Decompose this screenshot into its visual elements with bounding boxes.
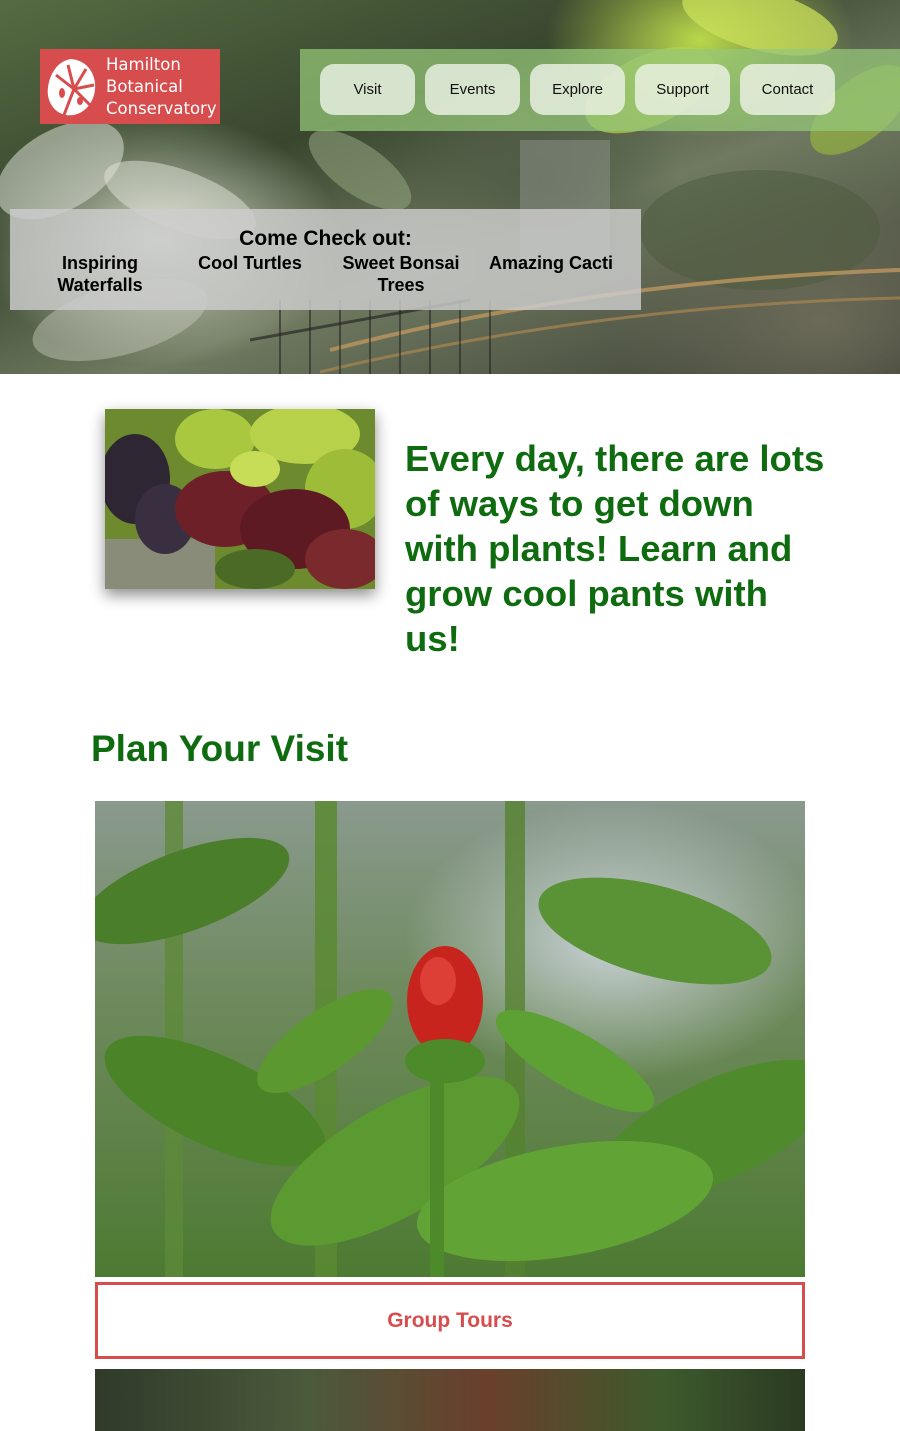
- logo-text: Hamilton Botanical Conservatory: [102, 54, 217, 120]
- checkout-item-turtles[interactable]: Cool Turtles: [175, 252, 325, 274]
- hero-banner: Hamilton Botanical Conservatory Visit Ev…: [0, 0, 900, 374]
- site-logo[interactable]: Hamilton Botanical Conservatory: [40, 49, 220, 124]
- nav-contact-button[interactable]: Contact: [740, 64, 835, 115]
- checkout-item-bonsai[interactable]: Sweet Bonsai Trees: [326, 252, 476, 296]
- nav-support-button[interactable]: Support: [635, 64, 730, 115]
- logo-line-1: Hamilton: [106, 54, 181, 74]
- checkout-item-cacti[interactable]: Amazing Cacti: [476, 252, 626, 274]
- intro-tagline: Every day, there are lots of ways to get…: [405, 438, 825, 659]
- red-flower-photo: [95, 801, 805, 1277]
- coleus-plants-photo: [105, 409, 375, 589]
- nav-explore-button[interactable]: Explore: [530, 64, 625, 115]
- logo-line-2: Botanical: [106, 76, 183, 96]
- checkout-item-waterfalls[interactable]: Inspiring Waterfalls: [25, 252, 175, 296]
- group-tours-button[interactable]: Group Tours: [95, 1282, 805, 1359]
- plan-visit-heading: Plan Your Visit: [91, 728, 349, 769]
- next-card-photo: [95, 1369, 805, 1431]
- logo-line-3: Conservatory: [106, 98, 217, 118]
- nav-events-button[interactable]: Events: [425, 64, 520, 115]
- checkout-title: Come Check out:: [239, 227, 412, 250]
- main-nav: Visit Events Explore Support Contact: [300, 49, 900, 131]
- monstera-leaf-icon: [40, 49, 102, 124]
- nav-visit-button[interactable]: Visit: [320, 64, 415, 115]
- checkout-panel: Come Check out: Inspiring Waterfalls Coo…: [10, 209, 641, 310]
